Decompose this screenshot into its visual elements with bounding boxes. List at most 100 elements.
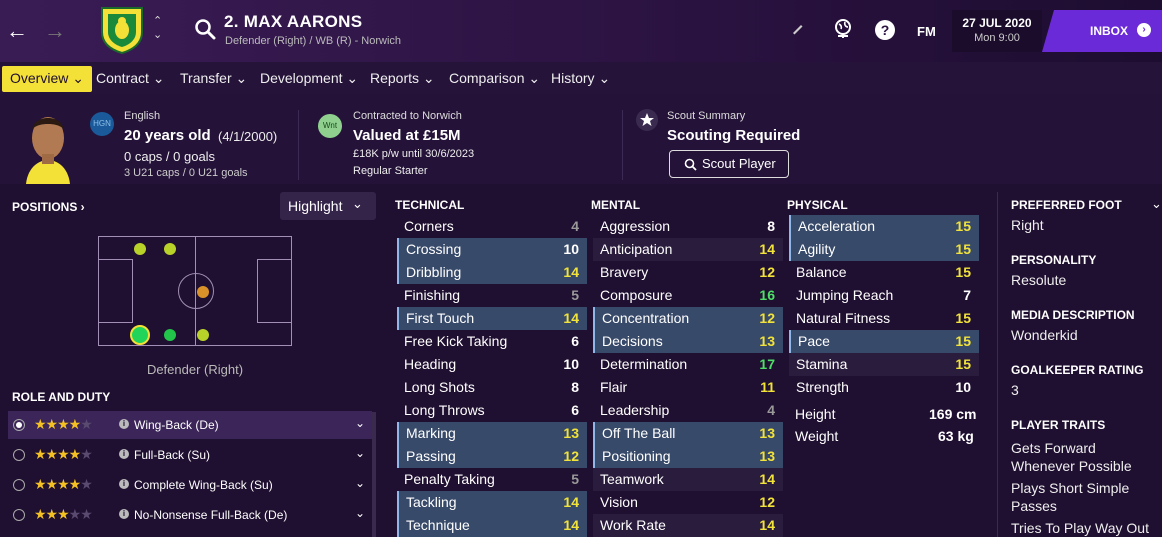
attribute-row[interactable]: Strength 10 xyxy=(789,376,979,399)
attribute-row[interactable]: Technique 14 xyxy=(397,514,587,537)
attribute-row[interactable]: Long Throws 6 xyxy=(397,399,587,422)
attribute-row[interactable]: Off The Ball 13 xyxy=(593,422,783,445)
attribute-value: 15 xyxy=(955,333,971,349)
role-row[interactable]: ★★★★★ i Wing-Back (De) ⌄ xyxy=(8,411,372,439)
attribute-row[interactable]: First Touch 14 xyxy=(397,307,587,330)
attribute-row[interactable]: Corners 4 xyxy=(397,215,587,238)
attribute-row[interactable]: Leadership 4 xyxy=(593,399,783,422)
arrow-right-circle-icon: › xyxy=(1137,23,1151,37)
pencil-icon[interactable] xyxy=(790,20,806,36)
role-radio[interactable] xyxy=(13,419,25,431)
fm-logo[interactable]: FM xyxy=(917,24,936,39)
tab-transfer[interactable]: Transfer ⌄ xyxy=(180,70,247,87)
info-icon[interactable]: i xyxy=(119,509,129,519)
tab-comparison[interactable]: Comparison ⌄ xyxy=(449,70,540,87)
attribute-row[interactable]: Vision 12 xyxy=(593,491,783,514)
attribute-row[interactable]: Dribbling 14 xyxy=(397,261,587,284)
attribute-row[interactable]: Natural Fitness 15 xyxy=(789,307,979,330)
tab-contract[interactable]: Contract ⌄ xyxy=(96,70,165,87)
attribute-row[interactable]: Determination 17 xyxy=(593,353,783,376)
attribute-name: Anticipation xyxy=(600,241,673,257)
positions-heading[interactable]: POSITIONS › xyxy=(12,200,85,214)
attribute-row[interactable]: Penalty Taking 5 xyxy=(397,468,587,491)
weight-value: 63 kg xyxy=(938,428,974,444)
tab-history[interactable]: History ⌄ xyxy=(551,70,610,87)
attribute-value: 10 xyxy=(563,356,579,372)
role-radio[interactable] xyxy=(13,449,25,461)
date-text: 27 JUL 2020 xyxy=(962,16,1032,30)
role-stars: ★★★★★ xyxy=(34,476,93,492)
attribute-row[interactable]: Stamina 15 xyxy=(789,353,979,376)
role-row[interactable]: ★★★★★ i No-Nonsense Full-Back (De) ⌄ xyxy=(8,501,372,529)
attribute-row[interactable]: Jumping Reach 7 xyxy=(789,284,979,307)
help-icon[interactable]: ? xyxy=(875,20,895,40)
attribute-row[interactable]: Aggression 8 xyxy=(593,215,783,238)
attribute-row[interactable]: Teamwork 14 xyxy=(593,468,783,491)
info-icon[interactable]: i xyxy=(119,479,129,489)
attribute-row[interactable]: Marking 13 xyxy=(397,422,587,445)
tab-overview[interactable]: Overview ⌄ xyxy=(2,66,92,92)
globe-icon[interactable] xyxy=(833,18,853,40)
attribute-name: Long Shots xyxy=(404,379,475,395)
attribute-name: Decisions xyxy=(602,333,663,349)
physical-heading: PHYSICAL xyxy=(787,198,848,212)
player-traits-label: PLAYER TRAITS xyxy=(1011,418,1106,432)
attribute-row[interactable]: Flair 11 xyxy=(593,376,783,399)
attribute-name: Aggression xyxy=(600,218,671,234)
attribute-row[interactable]: Work Rate 14 xyxy=(593,514,783,537)
role-name: Wing-Back (De) xyxy=(134,418,219,432)
height-label: Height xyxy=(795,406,836,422)
attribute-row[interactable]: Composure 16 xyxy=(593,284,783,307)
attribute-row[interactable]: Concentration 12 xyxy=(593,307,783,330)
norwich-crest-icon[interactable] xyxy=(100,6,144,54)
chevron-down-icon[interactable]: ⌄ xyxy=(1151,196,1162,212)
role-radio[interactable] xyxy=(13,479,25,491)
inbox-button[interactable]: INBOX › xyxy=(1042,10,1162,52)
info-icon[interactable]: i xyxy=(119,449,129,459)
chevron-up-icon[interactable]: ⌃ xyxy=(153,14,162,27)
attribute-row[interactable]: Balance 15 xyxy=(789,261,979,284)
role-name: Full-Back (Su) xyxy=(134,448,211,462)
attribute-row[interactable]: Finishing 5 xyxy=(397,284,587,307)
chevron-down-icon[interactable]: ⌄ xyxy=(355,446,365,460)
scout-player-button[interactable]: Scout Player xyxy=(669,150,789,178)
attribute-row[interactable]: Acceleration 15 xyxy=(789,215,979,238)
squad-status-text: Regular Starter xyxy=(353,165,428,177)
tab-development[interactable]: Development ⌄ xyxy=(260,70,358,87)
role-radio[interactable] xyxy=(13,509,25,521)
media-description-label: MEDIA DESCRIPTION xyxy=(1011,308,1135,322)
chevron-down-icon[interactable]: ⌄ xyxy=(355,506,365,520)
roles-scrollbar[interactable] xyxy=(372,412,376,537)
chevron-down-icon[interactable]: ⌄ xyxy=(355,416,365,430)
attribute-row[interactable]: Free Kick Taking 6 xyxy=(397,330,587,353)
height-value: 169 cm xyxy=(929,406,977,422)
chevron-down-icon[interactable]: ⌄ xyxy=(153,28,162,41)
role-row[interactable]: ★★★★★ i Complete Wing-Back (Su) ⌄ xyxy=(8,471,372,499)
highlight-label: Highlight xyxy=(288,198,343,214)
chevron-down-icon: ⌄ xyxy=(352,196,363,211)
attribute-name: Dribbling xyxy=(406,264,462,280)
attribute-row[interactable]: Anticipation 14 xyxy=(593,238,783,261)
attribute-row[interactable]: Crossing 10 xyxy=(397,238,587,261)
player-avatar xyxy=(18,108,78,184)
attribute-row[interactable]: Long Shots 8 xyxy=(397,376,587,399)
forward-arrow-icon[interactable]: → xyxy=(44,18,66,44)
info-icon[interactable]: i xyxy=(119,419,129,429)
tab-reports[interactable]: Reports ⌄ xyxy=(370,70,435,87)
attribute-row[interactable]: Passing 12 xyxy=(397,445,587,468)
attribute-name: Finishing xyxy=(404,287,461,303)
attribute-row[interactable]: Agility 15 xyxy=(789,238,979,261)
search-icon[interactable] xyxy=(194,18,216,40)
attribute-row[interactable]: Decisions 13 xyxy=(593,330,783,353)
date-display[interactable]: 27 JUL 2020 Mon 9:00 xyxy=(952,10,1042,52)
attribute-row[interactable]: Positioning 13 xyxy=(593,445,783,468)
attribute-row[interactable]: Pace 15 xyxy=(789,330,979,353)
attribute-row[interactable]: Tackling 14 xyxy=(397,491,587,514)
back-arrow-icon[interactable]: ← xyxy=(6,18,28,44)
attribute-row[interactable]: Bravery 12 xyxy=(593,261,783,284)
highlight-dropdown[interactable]: Highlight ⌄ xyxy=(280,192,376,220)
attribute-row[interactable]: Heading 10 xyxy=(397,353,587,376)
role-row[interactable]: ★★★★★ i Full-Back (Su) ⌄ xyxy=(8,441,372,469)
scout-status-text: Scouting Required xyxy=(667,127,801,144)
chevron-down-icon[interactable]: ⌄ xyxy=(355,476,365,490)
